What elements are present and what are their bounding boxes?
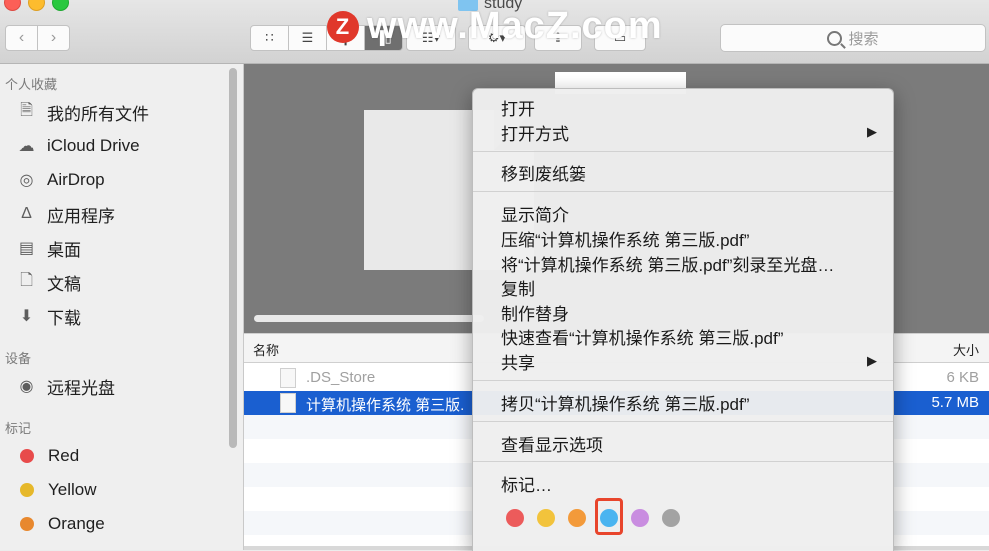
sidebar-item-all-files[interactable]: 🗎 我的所有文件 bbox=[16, 99, 149, 125]
tag-color-gray[interactable] bbox=[662, 509, 680, 527]
menu-separator bbox=[473, 421, 893, 422]
menu-item-make-alias[interactable]: 制作替身 bbox=[501, 300, 569, 325]
toolbar: study ‹ › ∷ ☰ ┃ ▐▯ ☷▾ ⚙▾ ⇪ ▭ Z www.MacZ.… bbox=[0, 0, 989, 64]
airdrop-icon: ◎ bbox=[19, 172, 34, 189]
sidebar-item-label: 下载 bbox=[47, 308, 81, 328]
file-name: .DS_Store bbox=[306, 369, 376, 386]
documents-icon: 🗋 bbox=[20, 271, 33, 289]
watermark-text: www.MacZ.com bbox=[367, 5, 663, 47]
sidebar-item-remote-disc[interactable]: ◉ 远程光盘 bbox=[16, 373, 115, 399]
menu-item-compress[interactable]: 压缩“计算机操作系统 第三版.pdf” bbox=[501, 226, 749, 251]
file-size: 5.7 MB bbox=[931, 394, 979, 411]
sidebar-item-applications[interactable]: ∆ 应用程序 bbox=[16, 201, 115, 227]
column-header-name[interactable]: 名称 bbox=[253, 340, 279, 359]
disc-icon: ◉ bbox=[19, 378, 34, 395]
menu-item-open[interactable]: 打开 bbox=[501, 95, 535, 120]
menu-separator bbox=[473, 461, 893, 462]
sidebar: 个人收藏 🗎 我的所有文件 ☁ iCloud Drive ◎ AirDrop ∆… bbox=[0, 64, 244, 550]
column-header-size[interactable]: 大小 bbox=[953, 340, 979, 359]
sidebar-item-label: 应用程序 bbox=[47, 206, 115, 226]
forward-button[interactable]: › bbox=[38, 25, 70, 51]
red-tag-dot bbox=[20, 449, 34, 463]
coverflow-scrollbar[interactable] bbox=[254, 315, 484, 322]
sidebar-item-desktop[interactable]: ▤ 桌面 bbox=[16, 235, 81, 261]
sidebar-item-label: Red bbox=[48, 446, 80, 465]
file-name: 计算机操作系统 第三版. bbox=[306, 397, 465, 414]
submenu-arrow-icon: ▶ bbox=[867, 353, 877, 368]
yellow-tag-dot bbox=[20, 483, 34, 497]
tag-color-purple[interactable] bbox=[631, 509, 649, 527]
grid-icon: ∷ bbox=[265, 30, 274, 45]
menu-item-get-info[interactable]: 显示简介 bbox=[501, 201, 569, 226]
watermark: Z www.MacZ.com bbox=[327, 5, 663, 48]
sidebar-item-tag-yellow[interactable]: Yellow bbox=[16, 477, 97, 503]
zoom-window-button[interactable] bbox=[52, 0, 69, 11]
sidebar-item-tag-orange[interactable]: Orange bbox=[16, 511, 105, 537]
file-icon bbox=[280, 368, 296, 388]
list-view-button[interactable]: ☰ bbox=[289, 25, 327, 51]
highlight-box bbox=[595, 498, 623, 535]
menu-item-quick-look[interactable]: 快速查看“计算机操作系统 第三版.pdf” bbox=[501, 324, 783, 349]
sidebar-item-tag-red[interactable]: Red bbox=[16, 443, 79, 469]
desktop-icon: ▤ bbox=[18, 240, 35, 257]
file-size: 6 KB bbox=[946, 369, 979, 386]
sidebar-scrollbar[interactable] bbox=[229, 68, 237, 448]
sidebar-item-label: 桌面 bbox=[47, 240, 81, 260]
sidebar-item-icloud[interactable]: ☁ iCloud Drive bbox=[16, 133, 140, 159]
search-input[interactable]: 搜索 bbox=[720, 24, 986, 52]
sidebar-item-label: iCloud Drive bbox=[47, 136, 140, 155]
icon-view-button[interactable]: ∷ bbox=[250, 25, 289, 51]
chevron-left-icon: ‹ bbox=[18, 29, 25, 46]
tag-color-red[interactable] bbox=[506, 509, 524, 527]
sidebar-item-airdrop[interactable]: ◎ AirDrop bbox=[16, 167, 105, 193]
download-icon: ⬇ bbox=[19, 308, 34, 325]
orange-tag-dot bbox=[20, 517, 34, 531]
sidebar-item-documents[interactable]: 🗋 文稿 bbox=[16, 269, 81, 295]
sidebar-header-devices: 设备 bbox=[5, 351, 32, 366]
menu-item-copy[interactable]: 拷贝“计算机操作系统 第三版.pdf” bbox=[501, 390, 749, 415]
watermark-logo: Z bbox=[327, 10, 359, 43]
sidebar-header-tags: 标记 bbox=[5, 421, 32, 436]
menu-item-duplicate[interactable]: 复制 bbox=[501, 275, 535, 300]
tag-color-yellow[interactable] bbox=[537, 509, 555, 527]
chevron-right-icon: › bbox=[50, 29, 57, 46]
sidebar-item-label: 文稿 bbox=[47, 274, 81, 294]
menu-item-view-options[interactable]: 查看显示选项 bbox=[501, 431, 603, 456]
navigation-buttons: ‹ › bbox=[5, 25, 70, 51]
pdf-file-icon bbox=[280, 393, 296, 413]
context-menu: 打开 打开方式 ▶ 移到废纸篓 显示简介 压缩“计算机操作系统 第三版.pdf”… bbox=[472, 88, 894, 551]
menu-item-move-to-trash[interactable]: 移到废纸篓 bbox=[501, 160, 586, 185]
sidebar-header-favorites: 个人收藏 bbox=[5, 77, 58, 92]
search-icon bbox=[827, 30, 843, 46]
back-button[interactable]: ‹ bbox=[5, 25, 38, 51]
menu-item-open-with[interactable]: 打开方式 bbox=[501, 120, 569, 145]
submenu-arrow-icon: ▶ bbox=[867, 124, 877, 139]
cloud-icon: ☁ bbox=[18, 138, 35, 155]
sidebar-item-downloads[interactable]: ⬇ 下载 bbox=[16, 303, 81, 329]
menu-item-tags[interactable]: 标记… bbox=[501, 471, 552, 496]
minimize-window-button[interactable] bbox=[28, 0, 45, 11]
menu-item-burn[interactable]: 将“计算机操作系统 第三版.pdf”刻录至光盘… bbox=[501, 251, 834, 276]
sidebar-item-label: Orange bbox=[48, 514, 105, 533]
search-placeholder: 搜索 bbox=[848, 30, 879, 48]
applications-icon: ∆ bbox=[21, 205, 32, 222]
tag-color-orange[interactable] bbox=[568, 509, 586, 527]
menu-item-share[interactable]: 共享 bbox=[501, 349, 535, 374]
sidebar-item-label: AirDrop bbox=[47, 170, 105, 189]
menu-separator bbox=[473, 151, 893, 152]
sidebar-item-label: 远程光盘 bbox=[47, 378, 115, 398]
sidebar-item-label: 我的所有文件 bbox=[47, 104, 149, 124]
menu-separator bbox=[473, 191, 893, 192]
list-icon: ☰ bbox=[301, 30, 314, 45]
sidebar-item-label: Yellow bbox=[48, 480, 97, 499]
menu-separator bbox=[473, 380, 893, 381]
close-window-button[interactable] bbox=[4, 0, 21, 11]
all-files-icon: 🗎 bbox=[20, 101, 33, 119]
